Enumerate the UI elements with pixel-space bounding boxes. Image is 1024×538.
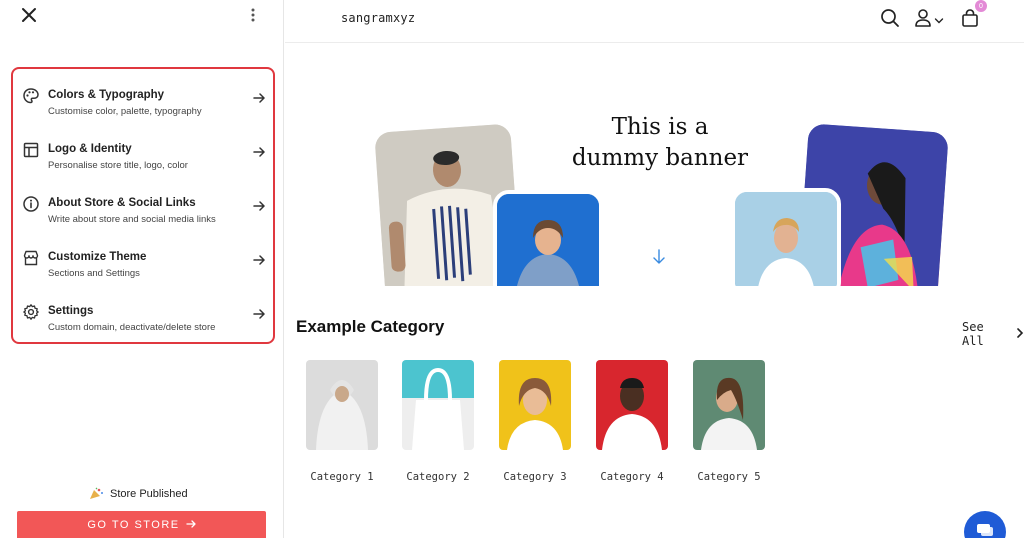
menu-item-subtitle: Customise color, palette, typography (48, 106, 202, 117)
category-thumbnail (499, 360, 571, 450)
banner-line-2: dummy banner (571, 145, 749, 171)
category-label: Category 1 (310, 471, 374, 483)
arrow-right-icon (252, 145, 266, 159)
category-label: Category 5 (697, 471, 761, 483)
menu-item-subtitle: Write about store and social media links (48, 214, 216, 225)
arrow-right-icon (185, 519, 196, 532)
hero-banner[interactable]: This is a dummy banner (285, 44, 1024, 286)
category-card[interactable]: Category 2 (402, 360, 476, 483)
menu-item-settings[interactable]: Settings Custom domain, deactivate/delet… (22, 291, 266, 337)
see-all-link[interactable]: See All (962, 320, 1024, 348)
category-thumbnail (402, 360, 474, 450)
go-to-store-label: GO TO STORE (87, 519, 180, 531)
info-icon (22, 195, 40, 213)
category-card[interactable]: Category 1 (306, 360, 380, 483)
store-status: Store Published (88, 487, 188, 501)
menu-item-title: Customize Theme (48, 251, 147, 263)
category-thumbnail (693, 360, 765, 450)
layout-icon (22, 141, 40, 159)
menu-item-title: Settings (48, 305, 94, 317)
menu-item-subtitle: Custom domain, deactivate/delete store (48, 322, 216, 333)
chevron-down-icon[interactable] (934, 13, 944, 24)
banner-headline: This is a dummy banner (565, 112, 755, 174)
store-header: sangramxyz 0 (285, 0, 1024, 43)
banner-photo-woman-hoodie (493, 190, 603, 286)
more-options-icon[interactable] (246, 6, 260, 24)
category-thumbnail (306, 360, 378, 450)
settings-menu: Colors & Typography Customise color, pal… (11, 67, 275, 344)
arrow-right-icon (252, 91, 266, 105)
menu-item-title: About Store & Social Links (48, 197, 196, 209)
menu-item-title: Colors & Typography (48, 89, 165, 101)
go-to-store-button[interactable]: GO TO STORE (17, 511, 266, 538)
editor-sidebar: Colors & Typography Customise color, pal… (0, 0, 284, 538)
store-editor: Colors & Typography Customise color, pal… (0, 0, 1024, 538)
category-card[interactable]: Category 3 (499, 360, 573, 483)
arrow-right-icon (252, 253, 266, 267)
chevron-right-icon (1016, 327, 1024, 341)
party-icon (88, 487, 104, 501)
search-icon[interactable] (880, 8, 900, 28)
storefront-icon (22, 249, 40, 267)
arrow-right-icon (252, 307, 266, 321)
gear-icon (22, 303, 40, 321)
menu-item-subtitle: Personalise store title, logo, color (48, 160, 188, 171)
category-label: Category 2 (406, 471, 470, 483)
store-brand[interactable]: sangramxyz (341, 11, 415, 25)
chat-button[interactable] (964, 511, 1006, 538)
category-card[interactable]: Category 5 (693, 360, 767, 483)
store-preview: sangramxyz 0 This is a dummy banner Exam… (285, 0, 1024, 538)
category-card[interactable]: Category 4 (596, 360, 670, 483)
menu-item-subtitle: Sections and Settings (48, 268, 140, 279)
banner-photo-man-white-tee (731, 188, 841, 286)
category-label: Category 4 (600, 471, 664, 483)
menu-item-colors-typography[interactable]: Colors & Typography Customise color, pal… (22, 75, 266, 121)
menu-item-about-store[interactable]: About Store & Social Links Write about s… (22, 183, 266, 229)
palette-icon (22, 87, 40, 105)
chat-icon (975, 521, 995, 538)
banner-line-1: This is a (611, 114, 709, 140)
close-icon[interactable] (18, 4, 40, 26)
user-icon[interactable] (913, 8, 933, 28)
menu-item-customize-theme[interactable]: Customize Theme Sections and Settings (22, 237, 266, 283)
category-thumbnail (596, 360, 668, 450)
arrow-down-icon[interactable] (652, 249, 666, 265)
menu-item-logo-identity[interactable]: Logo & Identity Personalise store title,… (22, 129, 266, 175)
category-label: Category 3 (503, 471, 567, 483)
arrow-right-icon (252, 199, 266, 213)
store-status-text: Store Published (110, 488, 188, 500)
see-all-label: See All (962, 320, 984, 348)
category-heading: Example Category (296, 317, 445, 336)
cart-count-badge: 0 (975, 0, 987, 12)
menu-item-title: Logo & Identity (48, 143, 132, 155)
